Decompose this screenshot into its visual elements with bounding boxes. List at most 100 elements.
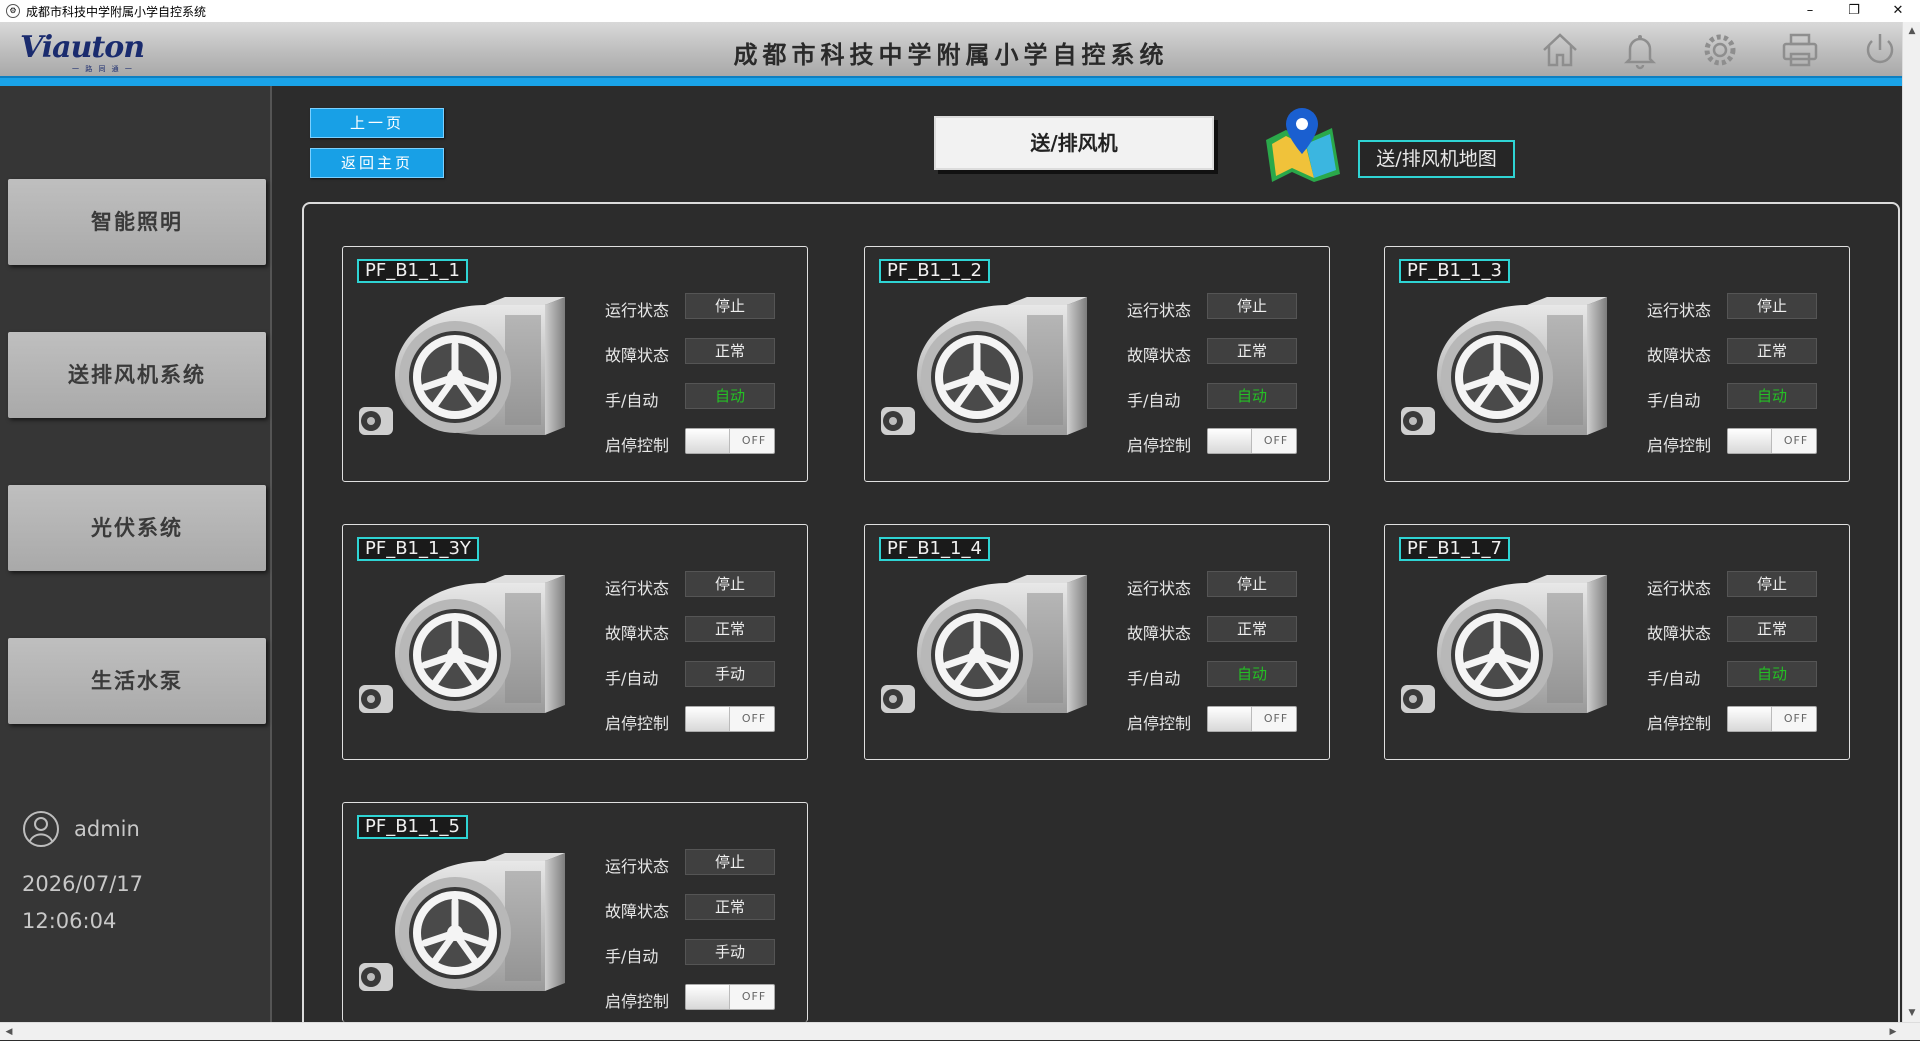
mode-value: 自动 xyxy=(1207,383,1297,409)
start-stop-toggle[interactable]: OFF xyxy=(1727,706,1817,732)
mode-label: 手/自动 xyxy=(1647,391,1701,410)
fan-icon xyxy=(1397,295,1617,451)
mode-value: 自动 xyxy=(1727,661,1817,687)
sidebar: 智能照明 送排风机系统 光伏系统 生活水泵 admin 2026/07/17 1… xyxy=(0,86,272,1022)
start-stop-toggle[interactable]: OFF xyxy=(1727,428,1817,454)
scroll-up-icon[interactable]: ▲ xyxy=(1903,22,1920,40)
start-stop-toggle[interactable]: OFF xyxy=(1207,706,1297,732)
scroll-down-icon[interactable]: ▼ xyxy=(1903,1004,1920,1022)
sidebar-item-photovoltaic[interactable]: 光伏系统 xyxy=(8,485,266,571)
fan-card: PF_B1_1_7 运行状态 停止 故障状态 正常 手/自动 自动 启停控制 O… xyxy=(1384,524,1850,760)
fault-status-label: 故障状态 xyxy=(605,346,670,365)
run-status-value: 停止 xyxy=(685,571,775,597)
run-status-value: 停止 xyxy=(1207,293,1297,319)
toggle-state: OFF xyxy=(1263,434,1289,447)
start-stop-toggle[interactable]: OFF xyxy=(685,706,775,732)
fan-name: PF_B1_1_5 xyxy=(357,815,468,839)
fault-status-label: 故障状态 xyxy=(1647,624,1712,643)
prev-page-button[interactable]: 上一页 xyxy=(310,108,444,138)
run-status-label: 运行状态 xyxy=(1647,301,1712,320)
window-titlebar: ⚙ 成都市科技中学附属小学自控系统 – ❐ ✕ xyxy=(0,0,1920,22)
fault-status-value: 正常 xyxy=(1207,338,1297,364)
run-status-label: 运行状态 xyxy=(605,857,670,876)
fault-status-value: 正常 xyxy=(685,338,775,364)
mode-label: 手/自动 xyxy=(605,947,659,966)
run-status-value: 停止 xyxy=(685,293,775,319)
run-status-label: 运行状态 xyxy=(605,579,670,598)
home-icon[interactable] xyxy=(1538,28,1582,72)
sidebar-item-lighting[interactable]: 智能照明 xyxy=(8,179,266,265)
app-header: Viauton 一 路 同 通 一 成都市科技中学附属小学自控系统 xyxy=(0,22,1902,76)
fault-status-value: 正常 xyxy=(685,894,775,920)
fan-icon xyxy=(355,295,575,451)
mode-label: 手/自动 xyxy=(1127,391,1181,410)
fault-status-label: 故障状态 xyxy=(1647,346,1712,365)
gear-icon[interactable] xyxy=(1698,28,1742,72)
power-icon[interactable] xyxy=(1858,28,1902,72)
fan-icon xyxy=(1397,573,1617,729)
run-status-value: 停止 xyxy=(1207,571,1297,597)
back-home-button[interactable]: 返回主页 xyxy=(310,148,444,178)
mode-label: 手/自动 xyxy=(1647,669,1701,688)
run-status-value: 停止 xyxy=(685,849,775,875)
fault-status-label: 故障状态 xyxy=(1127,624,1192,643)
toggle-state: OFF xyxy=(1263,712,1289,725)
fan-icon xyxy=(355,573,575,729)
fan-map-link[interactable]: 送/排风机地图 xyxy=(1358,140,1515,178)
mode-label: 手/自动 xyxy=(605,391,659,410)
fan-name: PF_B1_1_2 xyxy=(879,259,990,283)
current-time: 12:06:04 xyxy=(22,909,117,933)
fan-name: PF_B1_1_3 xyxy=(1399,259,1510,283)
start-stop-toggle[interactable]: OFF xyxy=(1207,428,1297,454)
fan-card: PF_B1_1_5 运行状态 停止 故障状态 正常 手/自动 手动 启停控制 O… xyxy=(342,802,808,1022)
mode-value: 手动 xyxy=(685,661,775,687)
fan-card: PF_B1_1_2 运行状态 停止 故障状态 正常 手/自动 自动 启停控制 O… xyxy=(864,246,1330,482)
vertical-scrollbar[interactable]: ▲ ▼ xyxy=(1902,22,1920,1022)
restore-button[interactable]: ❐ xyxy=(1832,0,1876,22)
printer-icon[interactable] xyxy=(1778,28,1822,72)
user-info: admin xyxy=(22,810,140,848)
fan-icon xyxy=(355,851,575,1007)
mode-label: 手/自动 xyxy=(605,669,659,688)
toggle-state: OFF xyxy=(1783,712,1809,725)
fault-status-value: 正常 xyxy=(685,616,775,642)
header-toolbar xyxy=(1502,28,1902,72)
sidebar-item-ventilation[interactable]: 送排风机系统 xyxy=(8,332,266,418)
fan-name: PF_B1_1_1 xyxy=(357,259,468,283)
fan-name: PF_B1_1_3Y xyxy=(357,537,479,561)
control-label: 启停控制 xyxy=(1647,714,1712,733)
toggle-state: OFF xyxy=(741,990,767,1003)
control-label: 启停控制 xyxy=(605,436,670,455)
page-title: 送/排风机 xyxy=(934,116,1214,170)
fault-status-label: 故障状态 xyxy=(605,902,670,921)
fan-icon xyxy=(877,295,1097,451)
run-status-value: 停止 xyxy=(1727,571,1817,597)
control-label: 启停控制 xyxy=(605,992,670,1011)
run-status-label: 运行状态 xyxy=(1127,579,1192,598)
fault-status-label: 故障状态 xyxy=(1127,346,1192,365)
minimize-button[interactable]: – xyxy=(1788,0,1832,22)
app-icon: ⚙ xyxy=(6,4,20,18)
map-pin-icon[interactable] xyxy=(1262,104,1344,184)
scroll-right-icon[interactable]: ▶ xyxy=(1884,1023,1902,1041)
fan-name: PF_B1_1_7 xyxy=(1399,537,1510,561)
start-stop-toggle[interactable]: OFF xyxy=(685,984,775,1010)
scroll-left-icon[interactable]: ◀ xyxy=(0,1023,18,1041)
control-label: 启停控制 xyxy=(1647,436,1712,455)
run-status-label: 运行状态 xyxy=(605,301,670,320)
control-label: 启停控制 xyxy=(1127,714,1192,733)
header-accent-line xyxy=(0,76,1902,86)
username: admin xyxy=(74,817,140,841)
fan-name: PF_B1_1_4 xyxy=(879,537,990,561)
control-label: 启停控制 xyxy=(1127,436,1192,455)
fan-card: PF_B1_1_4 运行状态 停止 故障状态 正常 手/自动 自动 启停控制 O… xyxy=(864,524,1330,760)
fault-status-value: 正常 xyxy=(1727,616,1817,642)
close-button[interactable]: ✕ xyxy=(1876,0,1920,22)
horizontal-scrollbar[interactable]: ◀ ▶ xyxy=(0,1022,1920,1040)
bell-icon[interactable] xyxy=(1618,28,1662,72)
start-stop-toggle[interactable]: OFF xyxy=(685,428,775,454)
sidebar-item-water-pump[interactable]: 生活水泵 xyxy=(8,638,266,724)
mode-value: 自动 xyxy=(685,383,775,409)
current-date: 2026/07/17 xyxy=(22,872,144,896)
toggle-state: OFF xyxy=(741,434,767,447)
